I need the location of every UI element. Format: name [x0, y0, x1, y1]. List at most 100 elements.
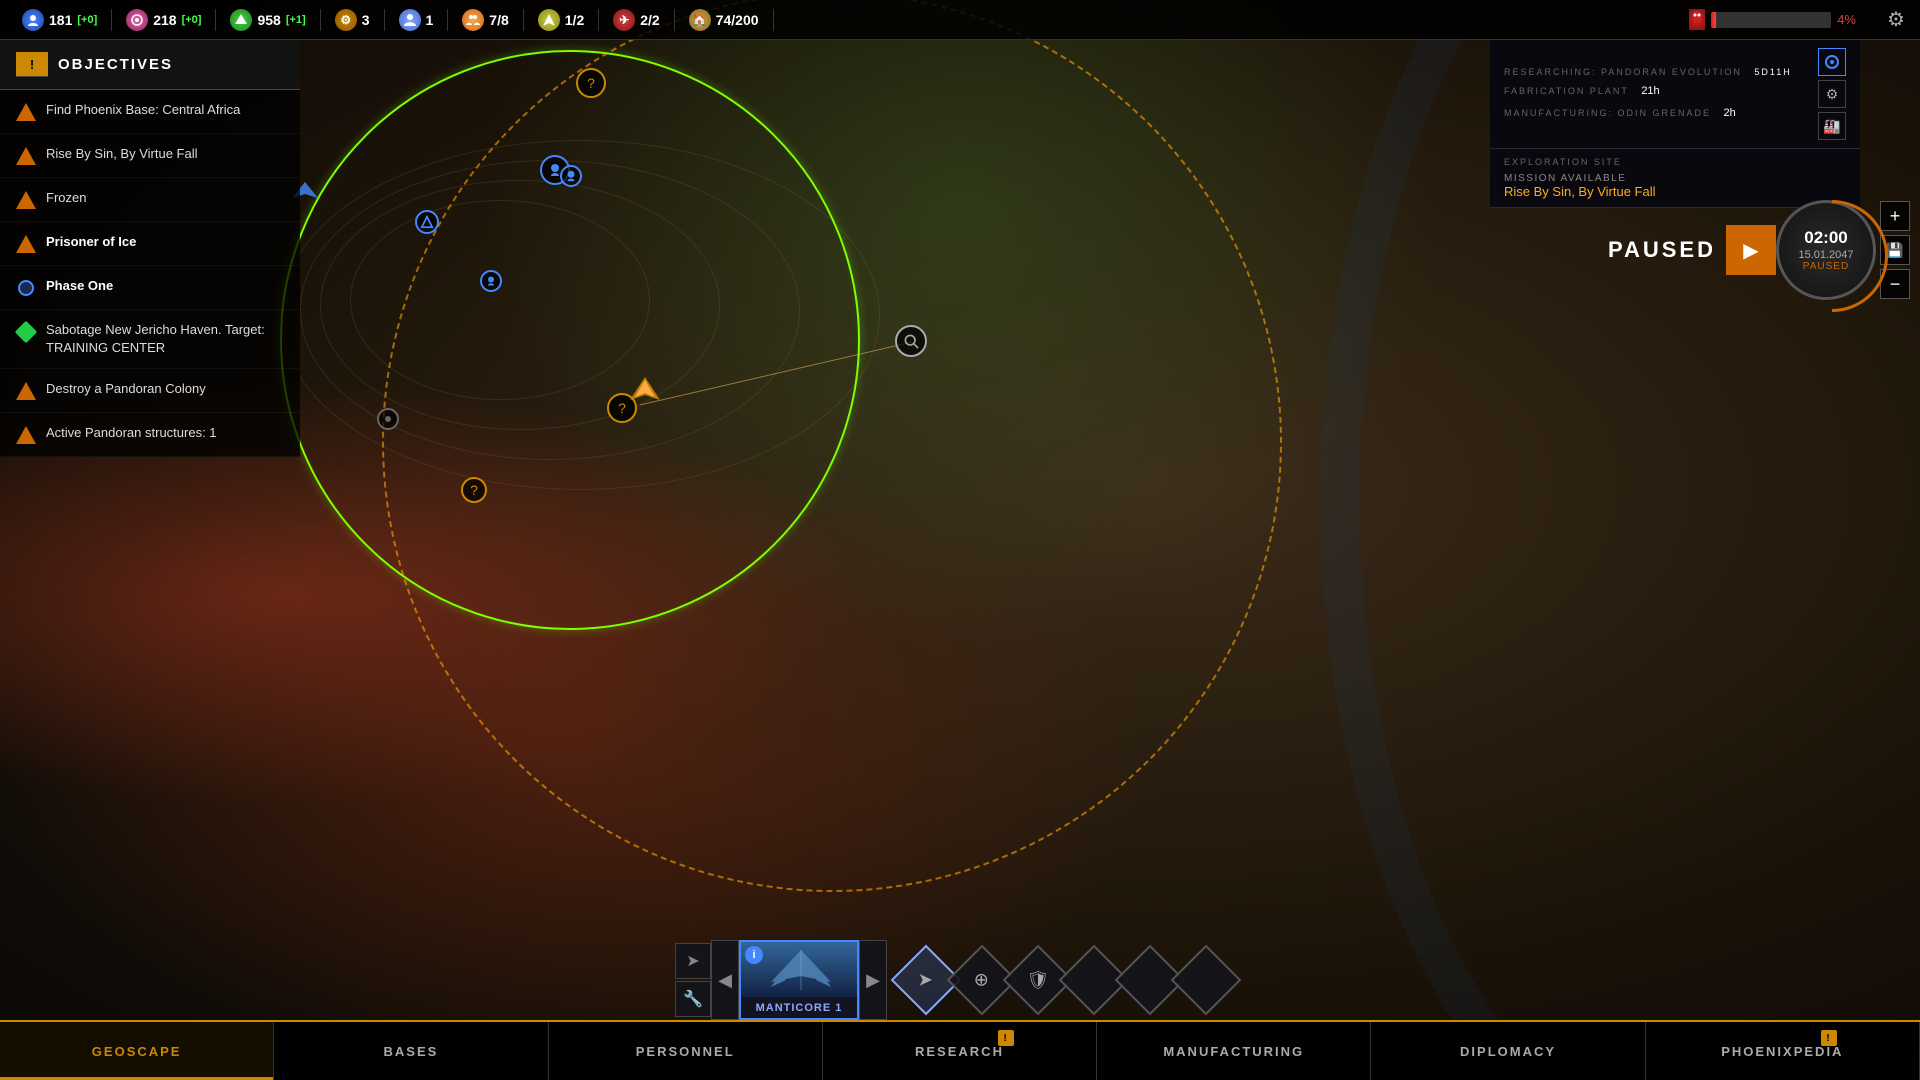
settings-button[interactable]: ⚙	[1880, 4, 1912, 36]
move-button[interactable]: ➤	[675, 943, 711, 979]
aircraft-info-icon: i	[745, 946, 763, 964]
top-hud: 181 [+0] 218 [+0] 958 [+1] ⚙ 3 1 7/8	[0, 0, 1920, 40]
orbit-circle	[382, 0, 1282, 892]
objective-find-phoenix[interactable]: Find Phoenix Base: Central Africa	[0, 90, 300, 134]
paused-label: PAUSED	[1608, 237, 1716, 263]
objectives-panel: ! OBJECTIVES Find Phoenix Base: Central …	[0, 40, 300, 457]
nav-manufacturing-label: MANUFACTURING	[1163, 1044, 1304, 1059]
map-marker-question-mid[interactable]: ?	[461, 477, 487, 503]
mutagens-icon	[126, 9, 148, 31]
soldiers-icon	[22, 9, 44, 31]
action-empty-3[interactable]	[1171, 945, 1242, 1016]
nav-diplomacy-label: DIPLOMACY	[1460, 1044, 1556, 1059]
objective-text-6: Sabotage New Jericho Haven. Target: TRAI…	[46, 321, 284, 357]
mission-available-label: MISSION AVAILABLE	[1504, 173, 1655, 184]
resource-planes[interactable]: ✈ 2/2	[599, 9, 674, 31]
marker-blue-4[interactable]	[480, 270, 502, 292]
triangle-icon-1	[16, 103, 36, 121]
marker-q-top[interactable]: ?	[576, 68, 606, 98]
wrench-button[interactable]: 🔧	[675, 981, 711, 1017]
resource-soldiers[interactable]: 181 [+0]	[8, 9, 112, 31]
objective-rise-by-sin[interactable]: Rise By Sin, By Virtue Fall	[0, 134, 300, 178]
resource-housing[interactable]: 🏠 74/200	[675, 9, 774, 31]
target-icon: ⊕	[974, 970, 989, 991]
zoom-in-button[interactable]: +	[1880, 201, 1910, 231]
aircraft-card[interactable]: i MANTICORE 1	[739, 940, 859, 1020]
move-icon: ➤	[918, 970, 933, 991]
resource-mutagens[interactable]: 218 [+0]	[112, 9, 216, 31]
fabrication-info: FABRICATION PLANT 21h	[1504, 81, 1792, 99]
bottom-nav: GEOSCAPE BASES PERSONNEL RESEARCH ! MANU…	[0, 1020, 1920, 1080]
triangle-icon-2	[16, 147, 36, 165]
havens-value: 7/8	[489, 12, 508, 28]
objective-phase-one[interactable]: Phase One	[0, 266, 300, 310]
resource-aircraft[interactable]: 1/2	[524, 9, 599, 31]
factory-icon-btn[interactable]: 🏭	[1818, 112, 1846, 140]
nav-personnel[interactable]: PERSONNEL	[549, 1022, 823, 1080]
nav-geoscape[interactable]: GEOSCAPE	[0, 1022, 274, 1080]
map-marker-3[interactable]	[415, 210, 439, 234]
materials-value: 958	[257, 12, 280, 28]
research-icon-btn[interactable]	[1818, 48, 1846, 76]
materials-icon	[230, 9, 252, 31]
triangle-icon-8	[16, 426, 36, 444]
map-marker-question-top[interactable]: ?	[576, 68, 606, 98]
bullet-green-6	[16, 322, 36, 342]
objective-sabotage[interactable]: Sabotage New Jericho Haven. Target: TRAI…	[0, 310, 300, 369]
threat-bar-container	[1711, 12, 1831, 28]
objectives-header-icon: !	[16, 52, 48, 77]
objective-text-4: Prisoner of Ice	[46, 233, 136, 251]
time-display: 02:00	[1804, 228, 1847, 248]
objective-active-structures[interactable]: Active Pandoran structures: 1	[0, 413, 300, 457]
materials-delta: [+1]	[286, 14, 306, 26]
aircraft-value: 1/2	[565, 12, 584, 28]
soldiers-delta: [+0]	[77, 14, 97, 26]
objective-text-7: Destroy a Pandoran Colony	[46, 380, 206, 398]
triangle-icon-3	[16, 191, 36, 209]
mutagens-delta: [+0]	[182, 14, 202, 26]
resource-havens[interactable]: 7/8	[448, 9, 523, 31]
threat-percent: 4%	[1837, 12, 1856, 27]
nav-bases[interactable]: BASES	[274, 1022, 548, 1080]
nav-diplomacy[interactable]: DIPLOMACY	[1371, 1022, 1645, 1080]
objective-text-8: Active Pandoran structures: 1	[46, 424, 217, 442]
marker-phoenix[interactable]	[415, 210, 439, 234]
map-marker-search[interactable]	[895, 325, 927, 357]
objective-text-3: Frozen	[46, 189, 86, 207]
play-button[interactable]: ▶	[1726, 225, 1776, 275]
marker-q-mid[interactable]: ?	[461, 477, 487, 503]
prev-aircraft-button[interactable]: ◀	[711, 940, 739, 1020]
objective-destroy-colony[interactable]: Destroy a Pandoran Colony	[0, 369, 300, 413]
marker-blue-2[interactable]	[560, 165, 582, 187]
marker-small[interactable]	[377, 408, 399, 430]
bullet-orange-1	[16, 102, 36, 122]
mission-link[interactable]: Rise By Sin, By Virtue Fall	[1504, 184, 1655, 199]
nav-bases-label: BASES	[384, 1044, 439, 1059]
objective-text-2: Rise By Sin, By Virtue Fall	[46, 145, 197, 163]
objective-text-5: Phase One	[46, 277, 113, 295]
objective-frozen[interactable]: Frozen	[0, 178, 300, 222]
personnel-value: 1	[426, 12, 434, 28]
resource-tech[interactable]: ⚙ 3	[321, 9, 385, 31]
bottom-action-icons: ➤ ⊕ 🛡	[887, 955, 1245, 1005]
nav-phoenixpedia[interactable]: PHOENIXPEDIA !	[1646, 1022, 1920, 1080]
triangle-icon-4	[16, 235, 36, 253]
marker-search[interactable]	[895, 325, 927, 357]
manufacturing-time: 2h	[1723, 107, 1735, 119]
gear-icon-btn[interactable]: ⚙	[1818, 80, 1846, 108]
objectives-title: OBJECTIVES	[58, 56, 173, 73]
nav-personnel-label: PERSONNEL	[636, 1044, 735, 1059]
map-marker-4[interactable]	[480, 270, 502, 292]
resource-materials[interactable]: 958 [+1]	[216, 9, 320, 31]
hud-right: 4% ⚙	[1675, 4, 1912, 36]
map-marker-small[interactable]	[377, 408, 399, 430]
aircraft-on-map[interactable]	[625, 375, 665, 410]
bullet-orange-3	[16, 190, 36, 210]
objective-prisoner[interactable]: Prisoner of Ice	[0, 222, 300, 266]
resource-personnel[interactable]: 1	[385, 9, 449, 31]
next-aircraft-button[interactable]: ▶	[859, 940, 887, 1020]
nav-manufacturing[interactable]: MANUFACTURING	[1097, 1022, 1371, 1080]
nav-research[interactable]: RESEARCH !	[823, 1022, 1097, 1080]
map-marker-2[interactable]	[560, 165, 582, 187]
paused-widget: PAUSED ▶ 02:00 15.01.2047 PAUSED + 💾 −	[1608, 200, 1910, 300]
